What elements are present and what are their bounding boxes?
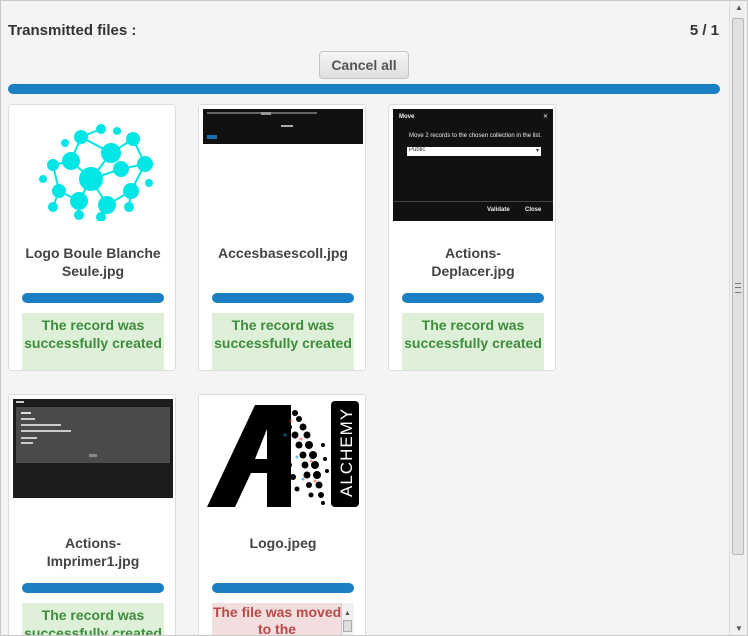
status-message: The file was moved to the ▲ [212, 603, 354, 635]
file-progress-bar [212, 293, 354, 303]
status-scrollbar[interactable]: ▲ [341, 603, 354, 635]
file-card: Actions-Imprimer1.jpg The record was suc… [8, 394, 176, 635]
file-card: ALCHEMY Logo.jpeg The file was moved to … [198, 394, 366, 635]
logo-text: ALCHEMY [337, 408, 356, 497]
file-name: Accesbasescoll.jpg [218, 245, 348, 261]
scroll-down-icon[interactable]: ▼ [735, 624, 743, 633]
thumbnail-accesbasescoll [203, 109, 363, 144]
file-card: Accesbasescoll.jpg The record was succes… [198, 104, 366, 371]
file-progress-bar [212, 583, 354, 593]
grip-icon [735, 283, 741, 293]
status-message: The record was successfully created [212, 313, 354, 370]
page-scrollbar[interactable]: ▲ ▼ [729, 1, 747, 635]
thumbnail-logo-alchemy: ALCHEMY [207, 401, 359, 507]
status-message: The record was successfully created [402, 313, 544, 370]
status-message: The record was successfully created [22, 313, 164, 370]
upload-dialog: Transmitted files : 5 / 1 Cancel all Log… [0, 0, 748, 636]
dialog-title: Move [399, 114, 415, 120]
file-card: Logo Boule Blanche Seule.jpg The record … [8, 104, 176, 371]
file-progress-bar [402, 293, 544, 303]
scroll-up-icon[interactable]: ▲ [735, 3, 743, 12]
cancel-all-button[interactable]: Cancel all [319, 51, 409, 79]
file-progress-bar [22, 583, 164, 593]
file-name: Logo.jpeg [249, 535, 317, 551]
collection-select: Public ▾ [407, 147, 541, 156]
scroll-thumb[interactable] [732, 18, 744, 555]
file-card: Move ✕ Move 2 records to the chosen coll… [388, 104, 556, 371]
page-title: Transmitted files : [8, 22, 137, 39]
scroll-thumb[interactable] [343, 620, 352, 632]
file-name: Logo Boule Blanche Seule.jpg [25, 245, 161, 279]
file-counter: 5 / 1 [689, 22, 719, 39]
dialog-message: Move 2 records to the chosen collection … [409, 133, 542, 139]
file-progress-bar [22, 293, 164, 303]
thumbnail-actions-deplacer: Move ✕ Move 2 records to the chosen coll… [393, 109, 553, 221]
thumbnail-logo-ball [39, 124, 153, 221]
global-progress-bar [8, 84, 720, 94]
status-message: The record was successfully created [22, 603, 164, 635]
file-name: Actions-Imprimer1.jpg [46, 535, 140, 569]
close-icon: ✕ [542, 114, 548, 120]
file-name: Actions-Deplacer.jpg [431, 245, 515, 279]
close-button: Close [525, 207, 542, 213]
thumbnail-actions-imprimer [13, 399, 173, 498]
validate-button: Validate [487, 207, 510, 213]
